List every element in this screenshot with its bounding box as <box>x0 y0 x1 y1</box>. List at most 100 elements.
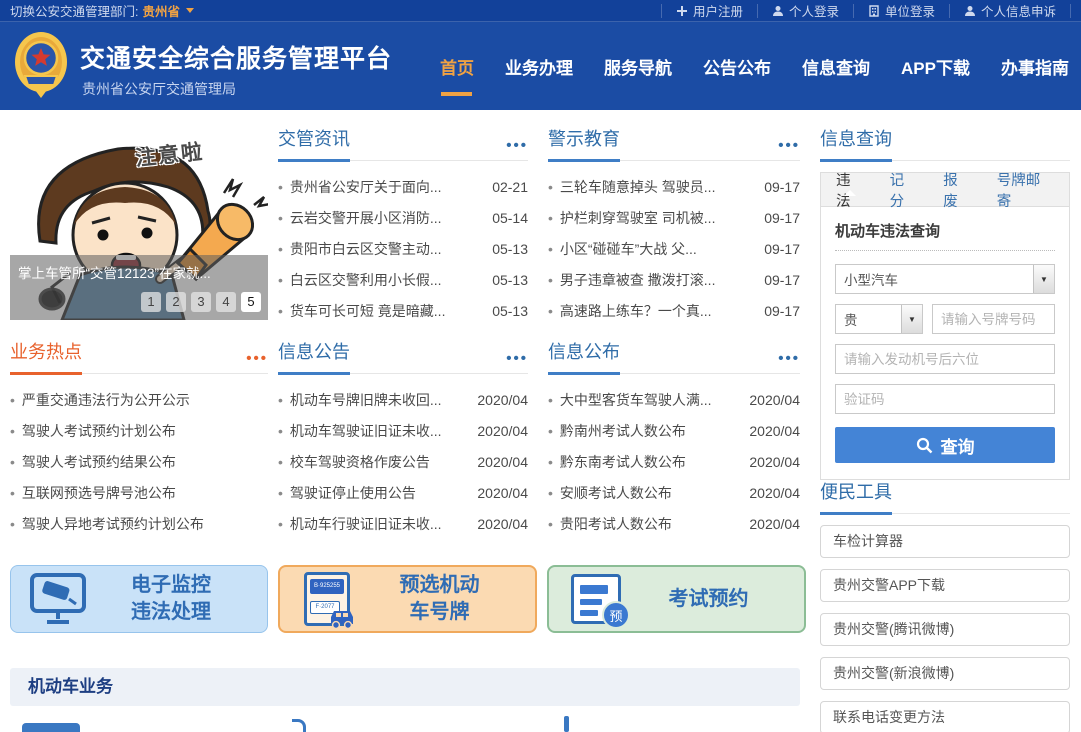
banner-label: 考试预约 <box>627 586 790 613</box>
list-item[interactable]: 驾驶证停止使用公告2020/04 <box>278 477 528 508</box>
list-item[interactable]: 货车可长可短 竟是暗藏...05-13 <box>278 295 528 326</box>
pager-dot-2[interactable]: 2 <box>166 292 186 312</box>
panel-head: 信息公布 ••• <box>548 338 800 374</box>
more-icon[interactable]: ••• <box>778 354 800 364</box>
query-tabs: 违法 记分 报废 号牌邮寄 <box>821 173 1069 207</box>
list-item[interactable]: 校车驾驶资格作废公告2020/04 <box>278 446 528 477</box>
current-region: 贵州省 <box>142 1 180 20</box>
panel-head: 信息查询 <box>820 125 1070 161</box>
list-item[interactable]: 机动车驾驶证旧证未收...2020/04 <box>278 415 528 446</box>
exam-doc-icon: 预 <box>565 574 627 624</box>
list-item[interactable]: 贵阳市白云区交警主动...05-13 <box>278 233 528 264</box>
news-list: 严重交通违法行为公开公示 驾驶人考试预约计划公布 驾驶人考试预约结果公布 互联网… <box>10 384 268 539</box>
pager-dot-1[interactable]: 1 <box>141 292 161 312</box>
captcha-input[interactable] <box>835 384 1055 414</box>
plate-prefix-select[interactable]: 贵 ▼ <box>835 304 923 334</box>
tool-vehicle-check-calculator[interactable]: 车检计算器 <box>820 525 1070 558</box>
banner-exam-appointment[interactable]: 预 考试预约 <box>547 565 806 633</box>
tool-phone-change[interactable]: 联系电话变更方法 <box>820 701 1070 732</box>
tab-scrap[interactable]: 报废 <box>943 169 972 211</box>
list-item[interactable]: 黔东南考试人数公布2020/04 <box>548 446 800 477</box>
query-box: 违法 记分 报废 号牌邮寄 机动车违法查询 小型汽车 ▼ 贵 ▼ <box>820 172 1070 480</box>
pager-dot-5[interactable]: 5 <box>241 292 261 312</box>
more-icon[interactable]: ••• <box>246 354 268 364</box>
pager-dot-4[interactable]: 4 <box>216 292 236 312</box>
list-item[interactable]: 驾驶人考试预约计划公布 <box>10 415 268 446</box>
list-item[interactable]: 黔南州考试人数公布2020/04 <box>548 415 800 446</box>
carousel[interactable]: 注意啦 掌上车管所“交管12123”在家就... 1 2 3 4 5 <box>10 123 268 320</box>
nav-info-query[interactable]: 信息查询 <box>802 54 870 79</box>
tool-tencent-weibo[interactable]: 贵州交警(腾讯微博) <box>820 613 1070 646</box>
tab-plate-mail[interactable]: 号牌邮寄 <box>997 169 1054 211</box>
nav-home[interactable]: 首页 <box>440 54 474 79</box>
list-item[interactable]: 严重交通违法行为公开公示 <box>10 384 268 415</box>
engine-number-input[interactable] <box>835 344 1055 374</box>
main-nav: 首页 业务办理 服务导航 公告公布 信息查询 APP下载 办事指南 <box>440 22 1069 110</box>
chevron-down-icon <box>186 8 194 13</box>
tool-sina-weibo[interactable]: 贵州交警(新浪微博) <box>820 657 1070 690</box>
violation-query-form: 机动车违法查询 小型汽车 ▼ 贵 ▼ <box>821 207 1069 479</box>
list-item[interactable]: 机动车行驶证旧证未收...2020/04 <box>278 508 528 539</box>
list-item[interactable]: 驾驶人异地考试预约计划公布 <box>10 508 268 539</box>
user-icon <box>772 5 784 17</box>
list-item[interactable]: 贵州省公安厅关于面向...02-21 <box>278 171 528 202</box>
list-item[interactable]: 三轮车随意掉头 驾驶员...09-17 <box>548 171 800 202</box>
tool-app-download[interactable]: 贵州交警APP下载 <box>820 569 1070 602</box>
pager-dot-3[interactable]: 3 <box>191 292 211 312</box>
list-item[interactable]: 小区“碰碰车”大战 父...09-17 <box>548 233 800 264</box>
page: 切换公安交通管理部门: 贵州省 用户注册 个人登录 单位登录 个人信息申诉 <box>0 0 1081 732</box>
chevron-down-icon: ▼ <box>901 305 922 333</box>
news-list: 三轮车随意掉头 驾驶员...09-17 护栏刺穿驾驶室 司机被...09-17 … <box>548 171 800 326</box>
unit-login-link[interactable]: 单位登录 <box>853 4 949 18</box>
list-item[interactable]: 机动车号牌旧牌未收回...2020/04 <box>278 384 528 415</box>
region-switcher[interactable]: 切换公安交通管理部门: 贵州省 <box>10 1 194 20</box>
banner-electronic-monitoring[interactable]: 电子监控 违法处理 <box>10 565 268 633</box>
panel-title: 警示教育 <box>548 125 620 151</box>
nav-handbook[interactable]: 办事指南 <box>1001 54 1069 79</box>
appeal-link[interactable]: 个人信息申诉 <box>949 4 1071 18</box>
list-item[interactable]: 驾驶人考试预约结果公布 <box>10 446 268 477</box>
list-item[interactable]: 贵阳考试人数公布2020/04 <box>548 508 800 539</box>
news-list: 机动车号牌旧牌未收回...2020/04 机动车驾驶证旧证未收...2020/0… <box>278 384 528 539</box>
panel-head: 信息公告 ••• <box>278 338 528 374</box>
list-item[interactable]: 白云区交警利用小长假...05-13 <box>278 264 528 295</box>
nav-business[interactable]: 业务办理 <box>505 54 573 79</box>
list-item[interactable]: 互联网预选号牌号池公布 <box>10 477 268 508</box>
tab-points[interactable]: 记分 <box>890 169 919 211</box>
list-item[interactable]: 高速路上练车？一个真...09-17 <box>548 295 800 326</box>
panel-head: 业务热点 ••• <box>10 338 268 374</box>
plate-number-input[interactable] <box>932 304 1055 334</box>
more-icon[interactable]: ••• <box>778 141 800 151</box>
appeal-label: 个人信息申诉 <box>981 1 1056 20</box>
section-title-vehicle-business: 机动车业务 <box>10 668 800 706</box>
panel-title: 信息公告 <box>278 338 350 364</box>
site-title: 交通安全综合服务管理平台 <box>80 39 392 75</box>
personal-login-link[interactable]: 个人登录 <box>757 4 853 18</box>
panel-title: 信息公布 <box>548 338 620 364</box>
vehicle-type-select[interactable]: 小型汽车 ▼ <box>835 264 1055 294</box>
banner-label: 预选机动 车号牌 <box>358 572 521 626</box>
carousel-caption[interactable]: 掌上车管所“交管12123”在家就... <box>18 262 211 282</box>
nav-app-download[interactable]: APP下载 <box>901 54 970 79</box>
register-link[interactable]: 用户注册 <box>661 4 757 18</box>
plate-sample-blue: B·925255 <box>310 579 344 594</box>
more-icon[interactable]: ••• <box>506 354 528 364</box>
list-item[interactable]: 男子违章被查 撒泼打滚...09-17 <box>548 264 800 295</box>
police-badge-logo <box>12 30 70 102</box>
banner-plate-preselection[interactable]: B·925255 F·2077 预选机动 车号牌 <box>278 565 537 633</box>
unit-login-label: 单位登录 <box>885 1 935 20</box>
list-item[interactable]: 大中型客货车驾驶人满...2020/04 <box>548 384 800 415</box>
nav-service-guide[interactable]: 服务导航 <box>604 54 672 79</box>
tab-violation[interactable]: 违法 <box>836 169 865 211</box>
panel-title: 信息查询 <box>820 125 892 151</box>
list-item[interactable]: 云岩交警开展小区消防...05-14 <box>278 202 528 233</box>
list-item[interactable]: 护栏刺穿驾驶室 司机被...09-17 <box>548 202 800 233</box>
panel-info-publication: 信息公布 ••• 大中型客货车驾驶人满...2020/04 黔南州考试人数公布2… <box>548 338 800 539</box>
list-item[interactable]: 安顺考试人数公布2020/04 <box>548 477 800 508</box>
more-icon[interactable]: ••• <box>506 141 528 151</box>
nav-announcements[interactable]: 公告公布 <box>703 54 771 79</box>
banner-label: 电子监控 违法处理 <box>89 572 253 626</box>
info-query-widget: 信息查询 违法 记分 报废 号牌邮寄 机动车违法查询 小型汽车 ▼ 贵 ▼ <box>820 125 1070 480</box>
car-icon <box>327 607 357 629</box>
query-submit-button[interactable]: 查询 <box>835 427 1055 463</box>
